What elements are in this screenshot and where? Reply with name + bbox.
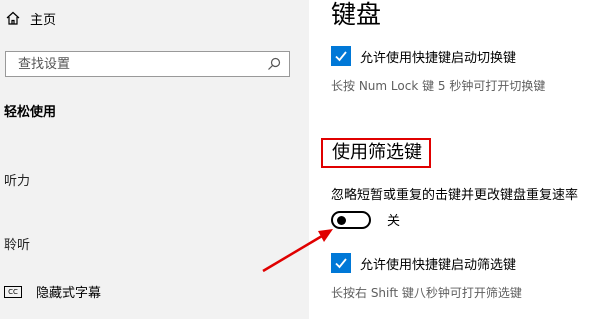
filter-hint: 长按右 Shift 键八秒钟可打开筛选键 xyxy=(331,286,522,300)
filter-keys-toggle-row: 关 xyxy=(331,210,400,229)
sidebar-item-listening[interactable]: 聆听 xyxy=(4,234,30,253)
sidebar-item-hearing[interactable]: 听力 xyxy=(4,170,30,189)
sticky-shortcut-checkbox[interactable]: 允许使用快捷键启动切换键 xyxy=(331,46,516,66)
sticky-hint: 长按 Num Lock 键 5 秒钟可打开切换键 xyxy=(331,79,546,93)
search-input[interactable] xyxy=(16,55,267,73)
checkbox-checked[interactable] xyxy=(331,253,351,273)
search-icon[interactable] xyxy=(267,57,281,71)
filter-keys-toggle[interactable] xyxy=(331,210,371,229)
checkmark-icon xyxy=(335,51,347,62)
filter-keys-title-box: 使用筛选键 xyxy=(321,138,431,168)
filter-shortcut-label: 允许使用快捷键启动筛选键 xyxy=(360,257,517,273)
main-content: 键盘 允许使用快捷键启动切换键 长按 Num Lock 键 5 秒钟可打开切换键… xyxy=(309,0,600,319)
section-title: 轻松使用 xyxy=(4,105,57,120)
nav-home[interactable]: 主页 xyxy=(6,8,56,28)
checkbox-checked[interactable] xyxy=(331,46,351,66)
closed-captions-icon: CC xyxy=(4,285,22,298)
nav-home-label: 主页 xyxy=(30,12,57,28)
home-icon xyxy=(6,11,20,25)
sidebar-item-captions[interactable]: CC 隐藏式字幕 xyxy=(4,282,101,301)
search-box[interactable] xyxy=(5,51,290,77)
filter-keys-toggle-state: 关 xyxy=(387,214,401,229)
filter-keys-title: 使用筛选键 xyxy=(332,142,422,163)
sticky-shortcut-label: 允许使用快捷键启动切换键 xyxy=(360,50,517,66)
sidebar: 主页 轻松使用 听力 聆听 CC 隐藏式字幕 xyxy=(0,0,309,319)
checkmark-icon xyxy=(335,258,347,269)
sidebar-item-captions-label: 隐藏式字幕 xyxy=(36,286,102,301)
toggle-knob xyxy=(337,215,346,225)
filter-keys-description: 忽略短暂或重复的击键并更改键盘重复速率 xyxy=(331,188,579,203)
filter-shortcut-checkbox[interactable]: 允许使用快捷键启动筛选键 xyxy=(331,253,516,273)
page-title: 键盘 xyxy=(331,0,382,29)
